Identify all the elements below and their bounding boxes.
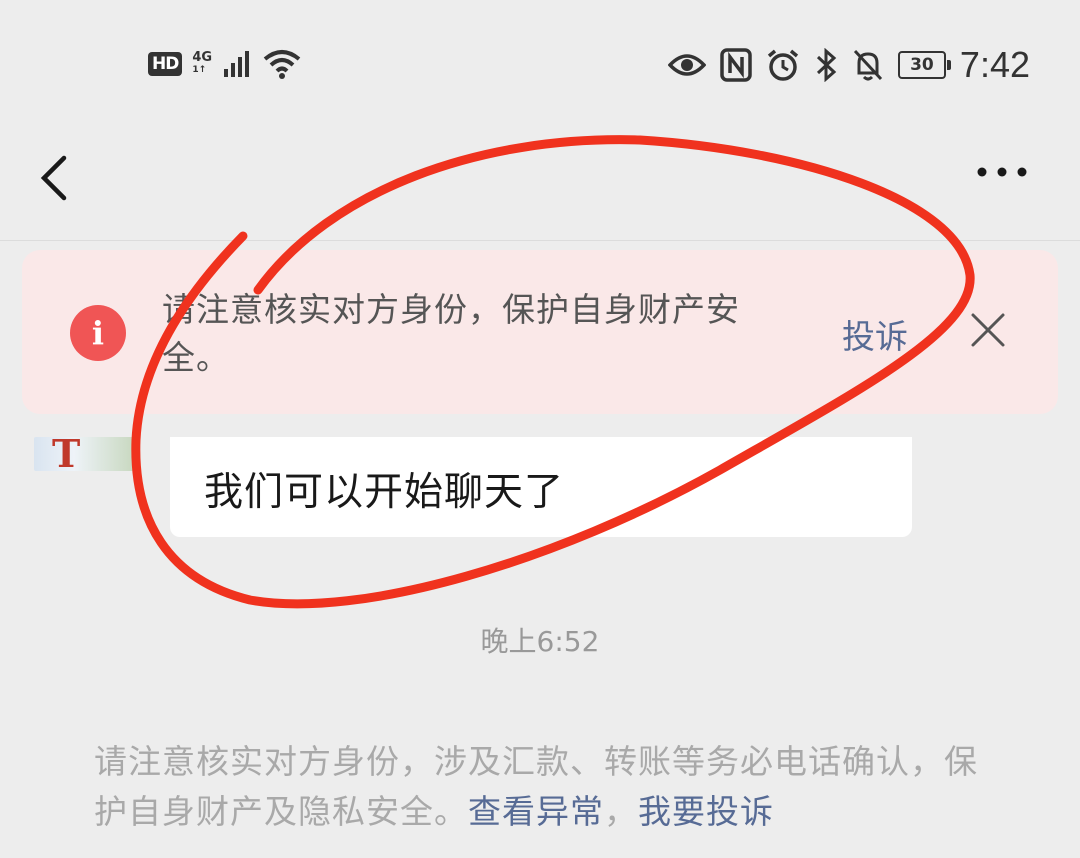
network-type: 4G 1↑	[192, 51, 212, 77]
avatar-letter: T	[52, 437, 81, 471]
warning-icon: i	[70, 305, 126, 361]
chevron-left-icon[interactable]	[30, 148, 80, 208]
signal-icon	[224, 51, 250, 77]
status-time: 7:42	[959, 44, 1030, 85]
mute-bell-icon	[853, 49, 883, 81]
more-dots-icon[interactable]	[972, 152, 1032, 192]
network-type-label: 4G	[192, 50, 213, 65]
message-text: 我们可以开始聊天了	[204, 470, 565, 515]
view-abnormal-link[interactable]: 查看异常	[468, 792, 604, 831]
status-bar: HD 4G 1↑ 30 7:42	[0, 0, 1080, 130]
nav-bar	[0, 130, 1080, 241]
close-icon[interactable]	[968, 310, 1008, 350]
system-notice: 请注意核实对方身份，涉及汇款、转账等务必电话确认，保护自身财产及隐私安全。查看异…	[94, 737, 994, 837]
warning-text: 请注意核实对方身份，保护自身财产安全。	[162, 290, 740, 377]
network-sub-label: 1↑	[192, 65, 207, 75]
hd-badge: HD	[148, 52, 183, 76]
notice-separator: ，	[604, 792, 638, 831]
battery-icon: 30	[897, 51, 951, 79]
message-timestamp: 晚上6:52	[480, 625, 600, 658]
eye-icon	[667, 54, 706, 76]
alarm-icon	[767, 49, 799, 81]
status-right: 30 7:42	[667, 40, 1030, 90]
message-bubble[interactable]: 我们可以开始聊天了	[170, 437, 912, 537]
report-complaint-link[interactable]: 我要投诉	[638, 792, 774, 831]
chat-area: T 我们可以开始聊天了 晚上6:52 请注意核实对方身份，涉及汇款、转账等务必电…	[0, 415, 1080, 858]
status-left: HD 4G 1↑	[148, 44, 302, 84]
complain-link[interactable]: 投诉	[842, 310, 908, 358]
bluetooth-icon	[816, 48, 837, 82]
wifi-icon	[263, 50, 301, 79]
avatar[interactable]: T	[34, 437, 134, 471]
security-warning-banner: i 请注意核实对方身份，保护自身财产安全。 投诉	[22, 250, 1058, 414]
nfc-icon	[720, 48, 752, 82]
